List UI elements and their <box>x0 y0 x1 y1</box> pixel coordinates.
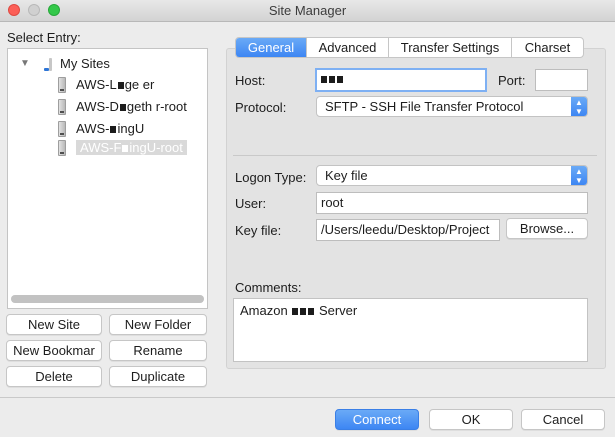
selected-item-label: AWS-F ingU-root <box>76 140 187 155</box>
key-file-input[interactable]: /Users/leedu/Desktop/Project <box>316 219 500 241</box>
redaction-mark <box>308 308 315 316</box>
user-input[interactable]: root <box>316 192 588 214</box>
redaction-mark <box>119 104 126 112</box>
tree-item[interactable]: AWS-ingU <box>58 119 144 139</box>
tree-item[interactable]: AWS-D geth r-root <box>58 97 187 117</box>
sites-folder-icon <box>44 58 56 72</box>
redaction-mark <box>329 76 335 84</box>
redaction-mark <box>292 308 299 316</box>
close-window-button[interactable] <box>8 4 20 16</box>
host-input[interactable] <box>315 68 487 92</box>
browse-button[interactable]: Browse... <box>506 218 588 239</box>
protocol-label: Protocol: <box>235 100 287 115</box>
duplicate-button[interactable]: Duplicate <box>109 366 207 387</box>
scrollbar-thumb[interactable] <box>11 295 204 303</box>
site-tree[interactable]: ▼ My Sites AWS-L ge er AWS-D geth r-root A… <box>7 48 208 309</box>
server-icon <box>58 140 66 156</box>
key-file-label: Key file: <box>235 223 282 238</box>
tab-general[interactable]: General <box>236 38 307 57</box>
maximize-window-button[interactable] <box>48 4 60 16</box>
ok-button[interactable]: OK <box>429 409 513 430</box>
user-label: User: <box>235 196 267 211</box>
minimize-window-button[interactable] <box>28 4 40 16</box>
host-label: Host: <box>235 73 266 88</box>
protocol-select[interactable]: SFTP - SSH File Transfer Protocol ▲ ▼ <box>316 96 588 117</box>
redaction-mark <box>117 82 124 90</box>
comments-textarea[interactable]: Amazon Server <box>233 298 588 362</box>
tab-charset[interactable]: Charset <box>512 38 583 57</box>
footer-divider <box>0 397 615 398</box>
settings-tabs: General Advanced Transfer Settings Chars… <box>235 37 584 58</box>
server-icon <box>58 99 66 115</box>
redaction-mark <box>337 76 343 84</box>
select-arrows-icon: ▲ ▼ <box>571 166 587 185</box>
redaction-mark <box>300 308 307 316</box>
window-title: Site Manager <box>268 3 347 18</box>
tab-transfer-settings[interactable]: Transfer Settings <box>389 38 512 57</box>
server-icon <box>58 121 66 137</box>
rename-button[interactable]: Rename <box>109 340 207 361</box>
new-folder-button[interactable]: New Folder <box>109 314 207 335</box>
cancel-button[interactable]: Cancel <box>521 409 605 430</box>
tree-root-my-sites[interactable]: My Sites <box>60 54 110 74</box>
connect-button[interactable]: Connect <box>335 409 419 430</box>
logon-type-label: Logon Type: <box>235 170 307 185</box>
horizontal-scrollbar[interactable] <box>11 295 204 303</box>
disclosure-triangle-icon[interactable]: ▼ <box>20 58 30 69</box>
select-entry-label: Select Entry: <box>7 30 81 45</box>
redaction-mark <box>110 126 117 134</box>
redaction-mark <box>321 76 327 84</box>
new-site-button[interactable]: New Site <box>6 314 102 335</box>
logon-type-select[interactable]: Key file ▲ ▼ <box>316 165 588 186</box>
new-bookmark-button[interactable]: New Bookmar <box>6 340 102 361</box>
tab-advanced[interactable]: Advanced <box>307 38 389 57</box>
tree-item-selected[interactable]: AWS-F ingU-root <box>58 138 187 158</box>
divider <box>233 155 597 156</box>
delete-button[interactable]: Delete <box>6 366 102 387</box>
port-label: Port: <box>498 73 526 88</box>
redaction-mark <box>122 145 129 153</box>
select-arrows-icon: ▲ ▼ <box>571 97 587 116</box>
title-bar: Site Manager <box>0 0 615 22</box>
comments-label: Comments: <box>235 280 302 295</box>
tree-item[interactable]: AWS-L ge er <box>58 75 154 95</box>
server-icon <box>58 77 66 93</box>
port-input[interactable] <box>535 69 588 91</box>
